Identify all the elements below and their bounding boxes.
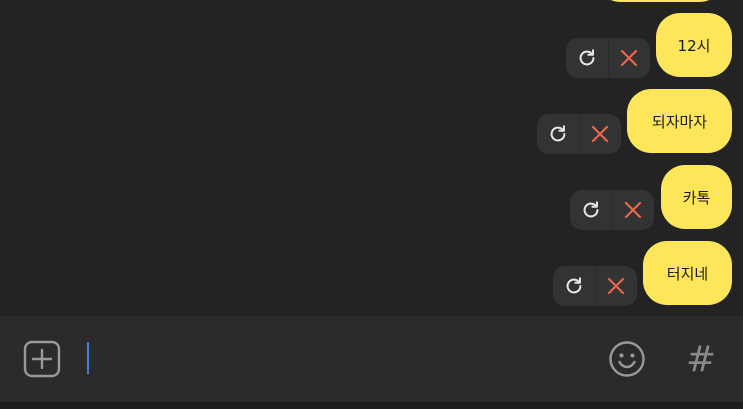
retry-button[interactable]	[553, 266, 595, 306]
message-text: 터지네	[666, 264, 709, 283]
message-text: 되자마자	[651, 112, 708, 131]
smiley-icon	[609, 341, 645, 377]
message-input[interactable]	[80, 336, 590, 382]
attach-button[interactable]	[23, 340, 61, 378]
previous-message-bubble	[598, 0, 722, 2]
message-text: 카톡	[682, 188, 711, 207]
close-icon	[592, 125, 609, 143]
failed-message-controls	[570, 190, 654, 230]
retry-icon	[579, 49, 595, 66]
failed-message-controls	[537, 114, 621, 154]
close-icon	[608, 277, 625, 295]
chat-area: 12시 되자마자 카톡 터지네	[0, 0, 743, 316]
cancel-button[interactable]	[612, 190, 654, 230]
retry-button[interactable]	[566, 38, 608, 78]
close-icon	[625, 201, 642, 219]
message-bubble[interactable]: 되자마자	[627, 89, 732, 153]
message-bubble[interactable]: 터지네	[643, 241, 732, 305]
cancel-button[interactable]	[595, 266, 637, 306]
message-bubble[interactable]: 카톡	[661, 165, 732, 229]
text-caret	[87, 342, 89, 374]
message-text: 12시	[677, 36, 711, 55]
plus-square-icon	[23, 340, 61, 378]
failed-message-controls	[566, 38, 650, 78]
message-composer: #	[0, 316, 743, 402]
retry-button[interactable]	[537, 114, 579, 154]
close-icon	[621, 49, 638, 67]
retry-button[interactable]	[570, 190, 612, 230]
bottom-edge	[0, 402, 743, 409]
cancel-button[interactable]	[579, 114, 621, 154]
emoji-button[interactable]	[608, 340, 646, 378]
failed-message-controls	[553, 266, 637, 306]
retry-icon	[566, 277, 582, 294]
hashtag-label: #	[685, 338, 717, 380]
cancel-button[interactable]	[608, 38, 650, 78]
retry-icon	[550, 125, 566, 142]
message-bubble[interactable]: 12시	[656, 13, 732, 77]
hashtag-button[interactable]: #	[682, 338, 720, 380]
retry-icon	[583, 201, 599, 218]
